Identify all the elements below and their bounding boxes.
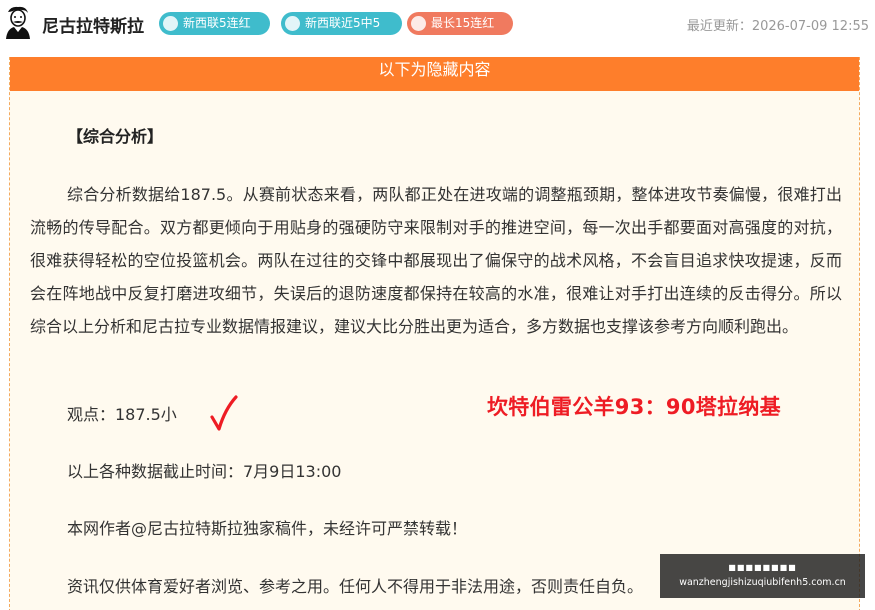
fire-icon xyxy=(411,16,426,31)
hidden-content-box: 以下为隐藏内容 【综合分析】 综合分析数据给187.5。从赛前状态来看，两队都正… xyxy=(9,57,860,610)
arrow-up-icon xyxy=(285,16,300,31)
badge-label: 最长15连红 xyxy=(431,16,495,30)
watermark-url: wanzhengjishizuqiubifenh5.com.cn xyxy=(679,577,846,588)
updated-label: 最近更新： xyxy=(686,19,752,34)
viewpoint-text: 观点：187.5小 xyxy=(67,405,177,424)
badge-recent-hits: 新西联近5中5 xyxy=(281,12,402,35)
last-updated: 最近更新：2026-07-09 12:55 xyxy=(687,15,869,34)
author-header: 尼古拉特斯拉 新西联5连红 新西联近5中5 最长15连红 最近更新：2026-0… xyxy=(0,0,875,48)
disclaimer-text: 资讯仅供体育爱好者浏览、参考之用。任何人不得用于非法用途，否则责任自负。 xyxy=(67,577,644,596)
badge-longest-streak: 最长15连红 xyxy=(407,12,513,35)
data-cutoff-text: 以上各种数据截止时间：7月9日13:00 xyxy=(67,462,342,481)
author-name[interactable]: 尼古拉特斯拉 xyxy=(42,12,144,37)
hidden-content-bar: 以下为隐藏内容 xyxy=(10,57,859,91)
match-result: 坎特伯雷公羊93：90塔拉纳基 xyxy=(487,395,781,419)
badge-win-streak: 新西联5连红 xyxy=(159,12,270,35)
check-mark-icon xyxy=(210,395,238,431)
badge-label: 新西联近5中5 xyxy=(305,16,381,30)
page: 尼古拉特斯拉 新西联5连红 新西联近5中5 最长15连红 最近更新：2026-0… xyxy=(0,0,875,610)
watermark-title: ■■■■■■■■ xyxy=(728,563,797,572)
badge-label: 新西联5连红 xyxy=(183,16,251,30)
section-title: 【综合分析】 xyxy=(67,127,164,146)
updated-time: 2026-07-09 12:55 xyxy=(751,19,869,34)
analysis-paragraph: 综合分析数据给187.5。从赛前状态来看，两队都正处在进攻端的调整瓶颈期，整体进… xyxy=(30,185,842,336)
copyright-notice: 本网作者@尼古拉特斯拉独家稿件，未经许可严禁转载！ xyxy=(67,519,468,538)
site-watermark: ■■■■■■■■ wanzhengjishizuqiubifenh5.com.c… xyxy=(660,554,865,598)
arrow-up-icon xyxy=(163,16,178,31)
author-avatar-icon[interactable] xyxy=(2,4,34,40)
